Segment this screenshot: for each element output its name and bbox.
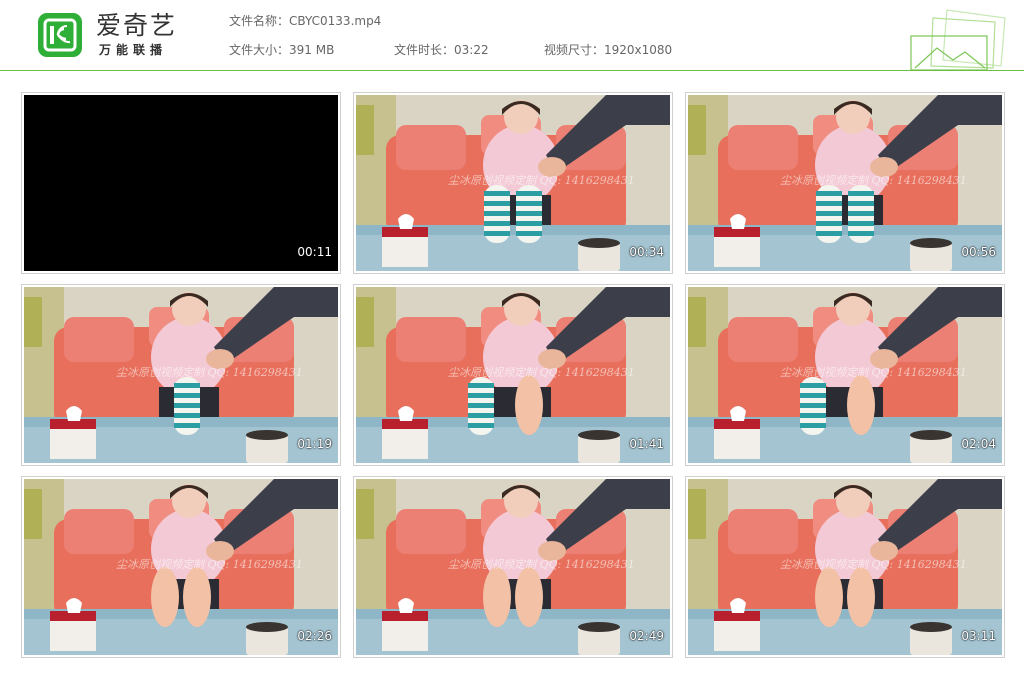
file-resolution-value: 1920x1080 xyxy=(604,43,673,57)
thumbnail-timestamp: 02:49 xyxy=(629,629,664,643)
thumbnail-timestamp: 01:19 xyxy=(297,437,332,451)
watermark-text: 尘冰原创视频定制 QQ: 1416298431 xyxy=(116,366,303,379)
file-duration-label: 文件时长： xyxy=(394,43,455,57)
thumbnail-timestamp: 01:41 xyxy=(629,437,664,451)
thumbnail-timestamp: 03:11 xyxy=(961,629,996,643)
thumbnail-image: 尘冰原创视频定制 QQ: 1416298431 00:34 xyxy=(356,95,670,271)
thumbnail-image: 尘冰原创视频定制 QQ: 1416298431 03:11 xyxy=(688,479,1002,655)
thumbnail-frame: 尘冰原创视频定制 QQ: 1416298431 02:04 xyxy=(685,284,1005,466)
file-duration-value: 03:22 xyxy=(454,43,489,57)
file-name-label: 文件名称： xyxy=(229,14,290,28)
file-size-label: 文件大小： xyxy=(229,43,290,57)
thumbnail-frame: 尘冰原创视频定制 QQ: 1416298431 03:11 xyxy=(685,476,1005,658)
file-name-value: CBYC0133.mp4 xyxy=(289,14,382,28)
watermark-text: 尘冰原创视频定制 QQ: 1416298431 xyxy=(448,174,635,187)
thumbnail-frame: 尘冰原创视频定制 QQ: 1416298431 01:19 xyxy=(21,284,341,466)
watermark-text: 尘冰原创视频定制 QQ: 1416298431 xyxy=(780,366,967,379)
thumbnail-image: 尘冰原创视频定制 QQ: 1416298431 02:26 xyxy=(24,479,338,655)
file-resolution-label: 视频尺寸： xyxy=(544,43,605,57)
thumbnail-frame: 尘冰原创视频定制 QQ: 1416298431 00:56 xyxy=(685,92,1005,274)
iqiyi-logo-icon xyxy=(38,13,82,57)
thumbnail-timestamp: 02:26 xyxy=(297,629,332,643)
thumbnail-image: 尘冰原创视频定制 QQ: 1416298431 00:56 xyxy=(688,95,1002,271)
thumbnail-frame: 尘冰原创视频定制 QQ: 1416298431 01:41 xyxy=(353,284,673,466)
watermark-text: 尘冰原创视频定制 QQ: 1416298431 xyxy=(448,366,635,379)
thumbnail-timestamp: 00:56 xyxy=(961,245,996,259)
thumbnail-frame: 尘冰原创视频定制 QQ: 1416298431 02:26 xyxy=(21,476,341,658)
thumbnail-frame: 尘冰原创视频定制 QQ: 1416298431 02:49 xyxy=(353,476,673,658)
thumbnail-image: 00:11 xyxy=(24,95,338,271)
thumbnail-timestamp: 02:04 xyxy=(961,437,996,451)
thumbnail-timestamp: 00:34 xyxy=(629,245,664,259)
file-resolution-meta: 视频尺寸：1920x1080 xyxy=(544,42,672,58)
file-name-meta: 文件名称：CBYC0133.mp4 xyxy=(229,13,381,29)
file-size-value: 391 MB xyxy=(289,43,335,57)
file-size-meta: 文件大小：391 MB xyxy=(229,42,334,58)
header-divider xyxy=(0,70,1024,71)
thumbnail-frame: 00:11 xyxy=(21,92,341,274)
watermark-text: 尘冰原创视频定制 QQ: 1416298431 xyxy=(780,558,967,571)
thumbnail-timestamp: 00:11 xyxy=(297,245,332,259)
image-frames-decoration-icon xyxy=(910,9,1006,70)
thumbnail-image: 尘冰原创视频定制 QQ: 1416298431 02:49 xyxy=(356,479,670,655)
thumbnail-image: 尘冰原创视频定制 QQ: 1416298431 01:19 xyxy=(24,287,338,463)
app-slogan: 万能联播 xyxy=(99,43,168,57)
thumbnail-image: 尘冰原创视频定制 QQ: 1416298431 01:41 xyxy=(356,287,670,463)
app-name: 爱奇艺 xyxy=(96,11,178,40)
watermark-text: 尘冰原创视频定制 QQ: 1416298431 xyxy=(448,558,635,571)
thumbnail-image: 尘冰原创视频定制 QQ: 1416298431 02:04 xyxy=(688,287,1002,463)
thumbnail-frame: 尘冰原创视频定制 QQ: 1416298431 00:34 xyxy=(353,92,673,274)
file-duration-meta: 文件时长：03:22 xyxy=(394,42,489,58)
header: 爱奇艺 万能联播 文件名称：CBYC0133.mp4 文件大小：391 MB 文… xyxy=(0,0,1024,71)
watermark-text: 尘冰原创视频定制 QQ: 1416298431 xyxy=(116,558,303,571)
watermark-text: 尘冰原创视频定制 QQ: 1416298431 xyxy=(780,174,967,187)
